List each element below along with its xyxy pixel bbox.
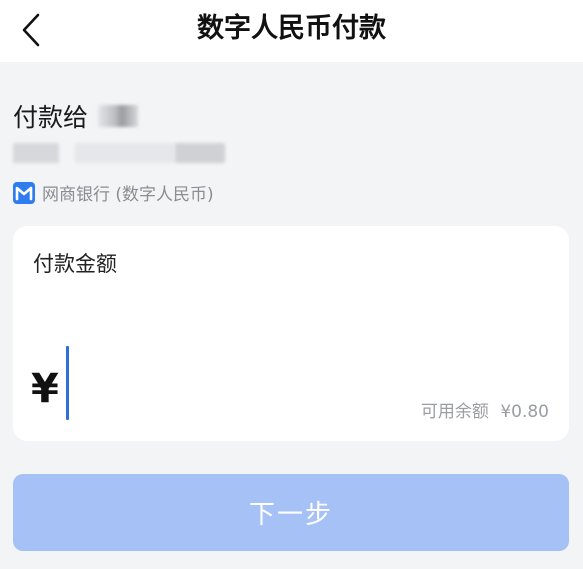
page-title: 数字人民币付款 — [197, 13, 386, 44]
mybank-logo-icon — [13, 181, 35, 204]
amount-input[interactable] — [65, 344, 365, 420]
payee-account-redacted — [13, 143, 225, 163]
redacted-block — [75, 143, 175, 163]
bank-name: 网商银行 (数字人民币) — [42, 185, 214, 205]
payee-label: 付款给 — [13, 103, 89, 132]
available-balance-label: 可用余额 — [420, 402, 489, 422]
available-balance: 可用余额 ¥0.80 — [421, 397, 549, 422]
payee-row: 付款给 — [13, 98, 139, 134]
available-balance-value: ¥0.80 — [500, 402, 549, 422]
top-nav-bar: 数字人民币付款 — [0, 0, 583, 62]
text-cursor — [66, 346, 69, 420]
amount-card: 付款金额 ¥ 可用余额 ¥0.80 — [13, 226, 569, 441]
next-step-button[interactable]: 下一步 — [13, 474, 569, 551]
bank-info: 网商银行 (数字人民币) — [13, 180, 214, 205]
payee-name-redacted — [98, 105, 139, 127]
redacted-block — [175, 143, 225, 163]
amount-label: 付款金额 — [33, 252, 117, 276]
redacted-block — [13, 143, 59, 163]
currency-symbol: ¥ — [31, 366, 59, 412]
